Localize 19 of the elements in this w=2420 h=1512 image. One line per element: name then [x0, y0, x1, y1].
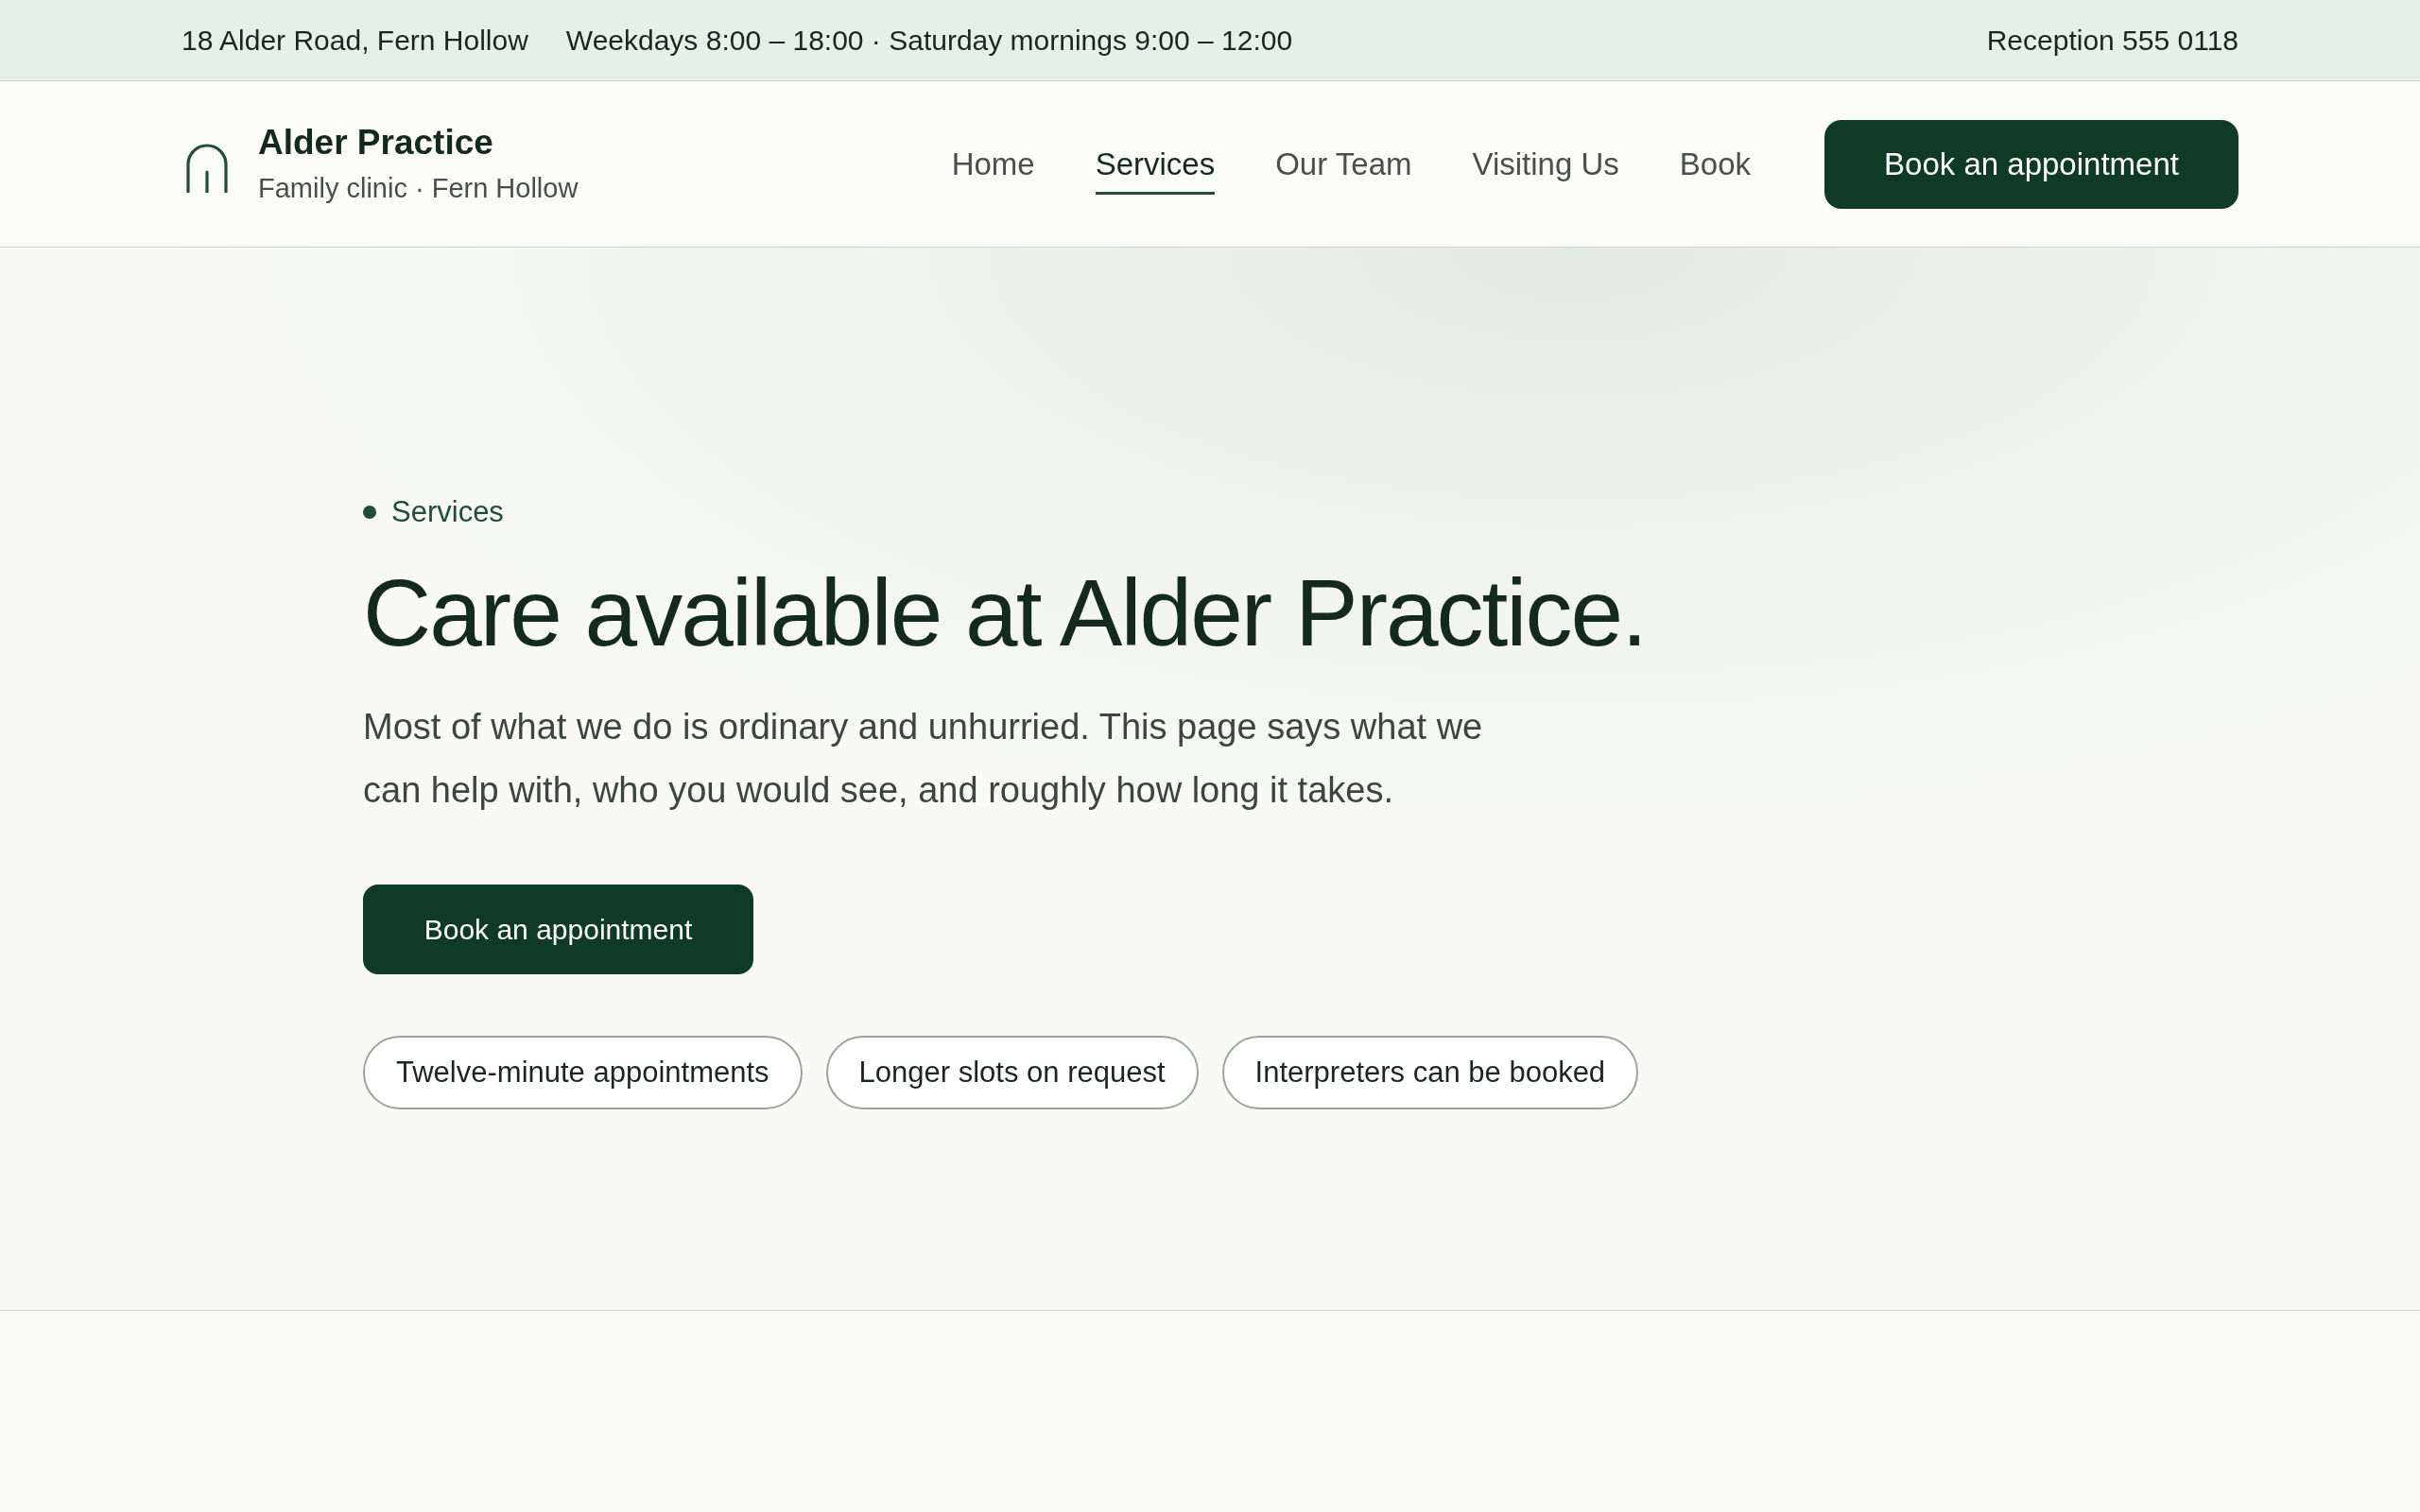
intro-paragraph: Most of what we do is ordinary and unhurried. This page says what we can help with, who you would see, and roughly how long it takes. — [363, 706, 1484, 812]
opening-hours-text: Weekdays 8:00 – 18:00 · Saturday mornings 9:00 – 12:00 — [565, 24, 1293, 58]
nav-link[interactable]: Visiting Us — [1472, 132, 1619, 196]
feature-tag: Interpreters can be booked — [1221, 1036, 1639, 1109]
practice-name: Alder Practice — [258, 122, 494, 164]
nav-link[interactable]: Our Team — [1275, 132, 1412, 196]
book-appointment-button[interactable]: Book an appointment — [363, 885, 753, 974]
arch-logo-icon — [185, 143, 229, 193]
address-text: 18 Alder Road, Fern Hollow — [182, 24, 528, 58]
reception-phone-text: Reception 555 0118 — [1986, 24, 2238, 58]
page-heading: Care available at Alder Practice. — [363, 560, 1646, 664]
feature-tag: Twelve-minute appointments — [363, 1036, 803, 1109]
nav-link[interactable]: Home — [951, 132, 1035, 196]
eyebrow-label: Services — [391, 495, 504, 529]
practice-tagline: Family clinic · Fern Hollow — [258, 172, 579, 206]
nav-link[interactable]: Book — [1679, 132, 1751, 196]
nav-link[interactable]: Services — [1095, 132, 1216, 196]
book-appointment-button[interactable]: Book an appointment — [1824, 119, 2238, 209]
feature-tag: Longer slots on request — [825, 1036, 1199, 1109]
